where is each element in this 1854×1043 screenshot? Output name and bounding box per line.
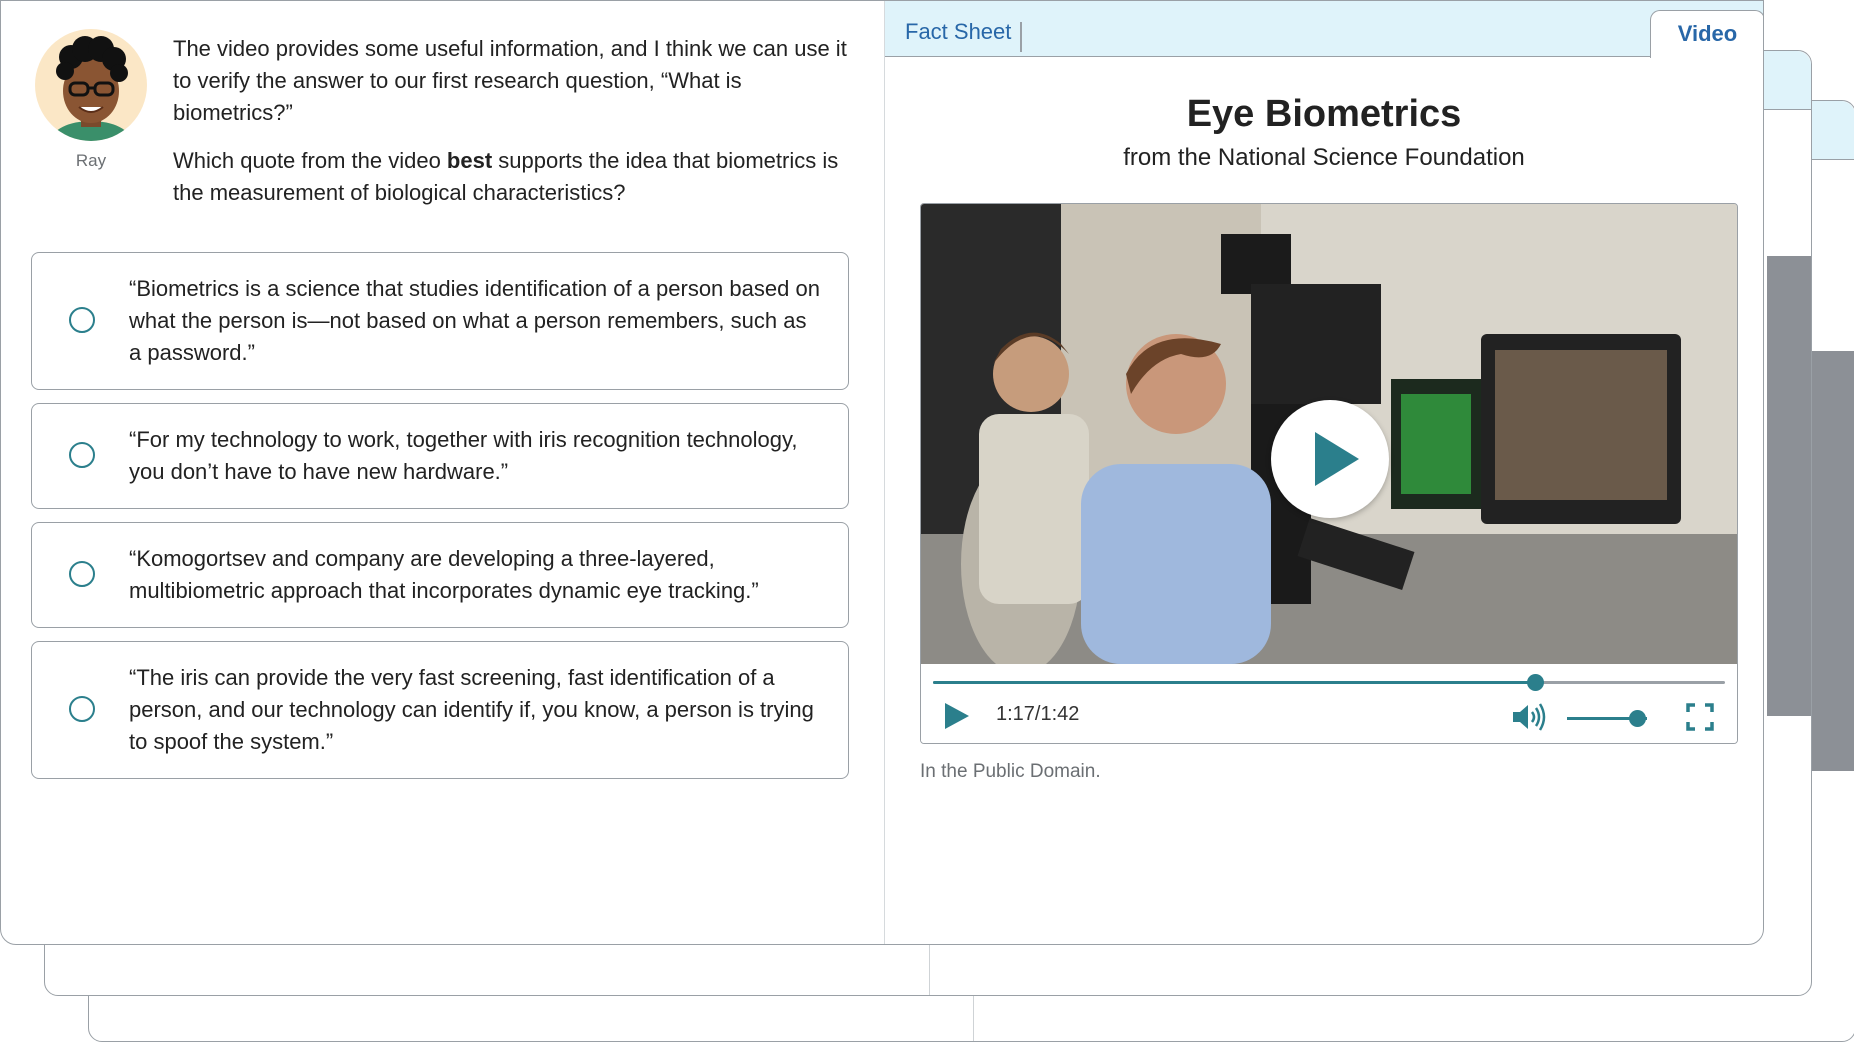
play-overlay-button[interactable] bbox=[1271, 400, 1389, 518]
radio-button[interactable] bbox=[69, 561, 95, 587]
question-prompt: The video provides some useful informati… bbox=[173, 33, 853, 225]
tab-fact-sheet[interactable]: Fact Sheet bbox=[905, 19, 1011, 45]
option-text: “Biometrics is a science that studies id… bbox=[129, 276, 820, 365]
video-frame[interactable] bbox=[921, 204, 1737, 664]
radio-button[interactable] bbox=[69, 696, 95, 722]
option-text: “Komogortsev and company are developing … bbox=[129, 546, 759, 603]
question-emphasis: best bbox=[446, 148, 493, 173]
player-controls: 1:17/1:42 bbox=[921, 664, 1737, 743]
speaker-volume-icon bbox=[1513, 703, 1546, 731]
speaker: Ray bbox=[35, 29, 147, 171]
answer-option-4[interactable]: “The iris can provide the very fast scre… bbox=[31, 641, 849, 779]
option-text: “For my technology to work, together wit… bbox=[129, 427, 798, 484]
answer-option-1[interactable]: “Biometrics is a science that studies id… bbox=[31, 252, 849, 390]
seek-progress bbox=[933, 681, 1535, 684]
seek-handle[interactable] bbox=[1526, 674, 1544, 691]
volume-button[interactable] bbox=[1511, 702, 1547, 732]
avatar bbox=[35, 29, 147, 141]
video-player: 1:17/1:42 bbox=[920, 203, 1738, 744]
answer-option-3[interactable]: “Komogortsev and company are developing … bbox=[31, 522, 849, 628]
play-icon bbox=[945, 703, 969, 729]
tab-separator bbox=[1020, 22, 1022, 52]
answer-option-2[interactable]: “For my technology to work, together wit… bbox=[31, 403, 849, 509]
volume-handle[interactable] bbox=[1629, 710, 1647, 727]
prompt-intro: The video provides some useful informati… bbox=[173, 36, 847, 125]
tab-video[interactable]: Video bbox=[1650, 10, 1763, 58]
time-display: 1:17/1:42 bbox=[996, 703, 1080, 725]
resource-pane: Fact Sheet Video Eye Biometrics from the… bbox=[885, 1, 1763, 944]
play-button[interactable] bbox=[943, 701, 971, 731]
media-credit: In the Public Domain. bbox=[920, 761, 1101, 782]
radio-button[interactable] bbox=[69, 442, 95, 468]
resource-tabs: Fact Sheet Video bbox=[885, 1, 1763, 58]
resource-title: Eye Biometrics bbox=[1186, 93, 1462, 135]
question-text-start: Which quote from the video bbox=[173, 148, 447, 173]
fullscreen-icon bbox=[1686, 703, 1714, 731]
option-text: “The iris can provide the very fast scre… bbox=[129, 665, 814, 754]
speaker-name: Ray bbox=[75, 151, 107, 170]
play-icon bbox=[1315, 432, 1359, 486]
question-card: Ray The video provides some useful infor… bbox=[0, 0, 1764, 945]
prompt-question: Which quote from the video best supports… bbox=[173, 145, 853, 209]
question-pane: Ray The video provides some useful infor… bbox=[1, 1, 884, 944]
resource-subtitle: from the National Science Foundation bbox=[1123, 144, 1525, 171]
radio-button[interactable] bbox=[69, 307, 95, 333]
answer-options: “Biometrics is a science that studies id… bbox=[31, 252, 849, 792]
seek-bar[interactable] bbox=[933, 674, 1725, 691]
fullscreen-button[interactable] bbox=[1686, 703, 1714, 731]
